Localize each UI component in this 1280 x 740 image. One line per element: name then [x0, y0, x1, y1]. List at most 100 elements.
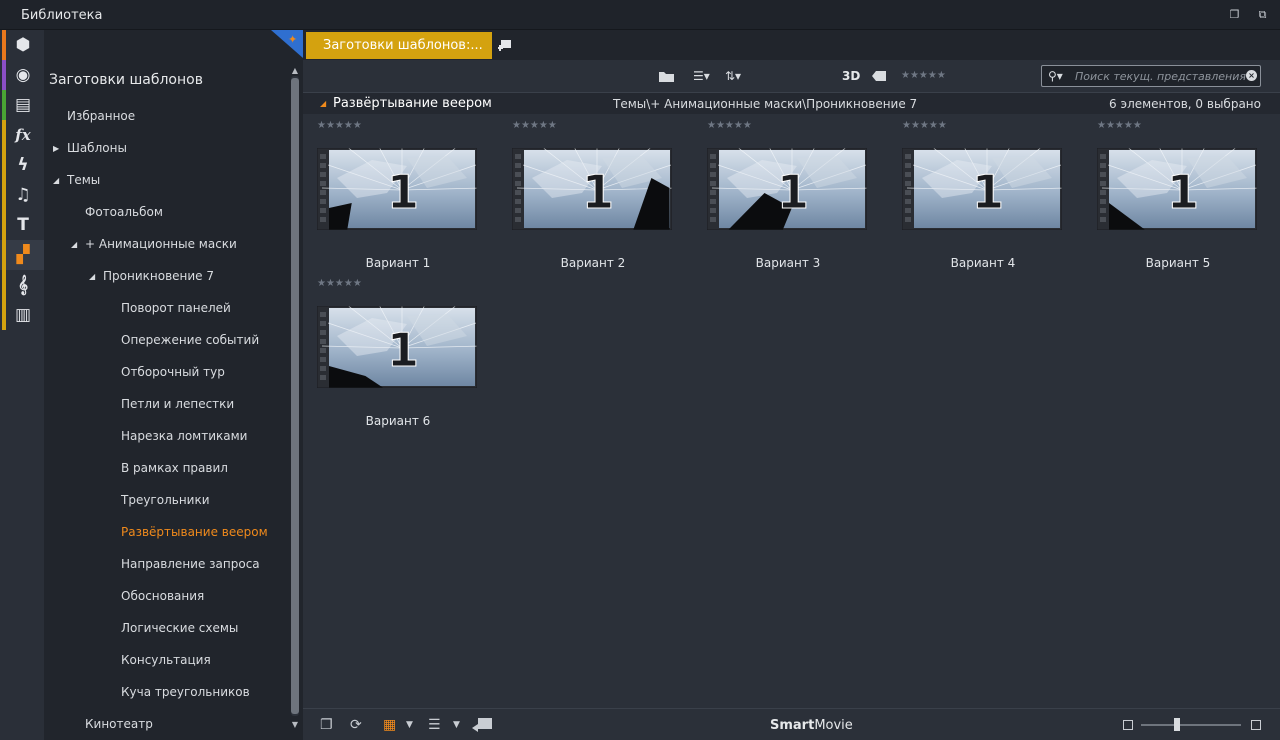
thumbnail-size-slider[interactable]: [1123, 718, 1263, 732]
pin-corner-icon[interactable]: ✦: [271, 30, 303, 58]
rail-item-film-reel[interactable]: ◉: [0, 60, 44, 90]
rail-item-title-text[interactable]: T: [0, 210, 44, 240]
item-rating[interactable]: ★★★★★: [317, 120, 362, 131]
tree-item[interactable]: Консультация: [121, 653, 211, 667]
item-rating[interactable]: ★★★★★: [512, 120, 557, 131]
folder-icon[interactable]: [658, 69, 675, 83]
stereo-3d-toggle[interactable]: 3D: [842, 69, 860, 83]
tree-item[interactable]: Темы: [67, 173, 100, 187]
montage-templates-icon: ▞: [16, 245, 30, 265]
scroll-thumb[interactable]: [291, 78, 299, 714]
grid-view-dropdown-icon[interactable]: ▼: [406, 717, 413, 733]
title-text-icon: T: [17, 215, 29, 235]
tree-item[interactable]: Опережение событий: [121, 333, 259, 347]
item-label: Вариант 5: [1145, 256, 1211, 270]
tree-scrollbar[interactable]: ▲ ▼: [291, 66, 299, 730]
rating-filter[interactable]: ★★★★★: [901, 69, 946, 83]
list-view-icon[interactable]: ☰: [428, 717, 441, 733]
tree-item[interactable]: Шаблоны: [67, 141, 127, 155]
item-label: Вариант 6: [365, 414, 431, 428]
bottom-bar: ❐ ⟳ ▦ ▼ ☰ ▼ SmartMovie: [303, 708, 1280, 740]
tree-item[interactable]: В рамках правил: [121, 461, 228, 475]
tree-item[interactable]: Куча треугольников: [121, 685, 250, 699]
template-item[interactable]: ★★★★★ 1 Вариант 6: [305, 272, 477, 428]
refresh-icon[interactable]: ⟳: [350, 717, 362, 733]
piano-icon: ▥: [14, 305, 32, 325]
template-item[interactable]: ★★★★★ 1 Вариант 2: [500, 114, 672, 270]
group-title: Развёртывание веером: [333, 96, 492, 111]
copy-icon[interactable]: ❐: [320, 717, 333, 733]
zoom-large-icon[interactable]: [1251, 720, 1261, 730]
tree-item[interactable]: Логические схемы: [121, 621, 238, 635]
template-thumbnail[interactable]: 1: [512, 148, 672, 230]
send-to-timeline-icon[interactable]: [470, 716, 494, 734]
library-tree-panel: ✦ Заготовки шаблонов Избранное Шаблоны ▶ Те…: [44, 30, 303, 740]
template-item[interactable]: ★★★★★ 1 Вариант 3: [695, 114, 867, 270]
clear-search-icon[interactable]: ×: [1246, 70, 1257, 81]
item-rating[interactable]: ★★★★★: [317, 278, 362, 289]
template-thumbnail[interactable]: 1: [902, 148, 1062, 230]
zoom-small-icon[interactable]: [1123, 720, 1133, 730]
tree-item[interactable]: Направление запроса: [121, 557, 260, 571]
collapse-group-icon[interactable]: ◢: [320, 99, 326, 108]
rail-item-montage-templates[interactable]: ▞: [0, 240, 44, 270]
tree-item[interactable]: Кинотеатр: [85, 717, 153, 731]
tree-item[interactable]: Фотоальбом: [85, 205, 163, 219]
rail-item-package[interactable]: ⬢: [0, 30, 44, 60]
list-view-dropdown-icon[interactable]: ▼: [453, 717, 460, 733]
tree-item[interactable]: Избранное: [67, 109, 135, 123]
expanded-arrow-icon[interactable]: ◢: [53, 176, 59, 185]
package-icon: ⬢: [15, 35, 31, 55]
restore-window-icon[interactable]: ❐: [1228, 8, 1241, 21]
expanded-arrow-icon[interactable]: ◢: [89, 272, 95, 281]
template-thumbnail[interactable]: 1: [707, 148, 867, 230]
add-tab-icon[interactable]: [497, 38, 513, 52]
collapsed-arrow-icon[interactable]: ▶: [53, 144, 59, 153]
scroll-up-icon[interactable]: ▲: [291, 66, 299, 75]
tag-icon[interactable]: [871, 69, 887, 83]
rail-item-treble-clef[interactable]: 𝄞: [0, 270, 44, 300]
tree-item[interactable]: Отборочный тур: [121, 365, 225, 379]
search-box[interactable]: ⚲▾ Поиск текущ. представления ×: [1041, 65, 1261, 87]
tree-item[interactable]: + Анимационные маски: [85, 237, 237, 251]
tree-item[interactable]: Поворот панелей: [121, 301, 231, 315]
template-thumbnail[interactable]: 1: [317, 148, 477, 230]
item-rating[interactable]: ★★★★★: [707, 120, 752, 131]
tree-item[interactable]: Треугольники: [121, 493, 210, 507]
search-input[interactable]: Поиск текущ. представления: [1075, 70, 1246, 83]
browser-toolbar: ☰▾ ⇅▾ 3D ★★★★★ ⚲▾ Поиск текущ. представл…: [303, 60, 1280, 92]
group-header: ◢ Развёртывание веером Темы\+ Анимационн…: [303, 92, 1280, 114]
item-label: Вариант 3: [755, 256, 821, 270]
search-icon[interactable]: ⚲▾: [1048, 69, 1063, 83]
tab-templates[interactable]: Заготовки шаблонов:...: [306, 32, 492, 59]
rail-item-lightning[interactable]: ϟ: [0, 150, 44, 180]
template-item[interactable]: ★★★★★ 1 Вариант 1: [305, 114, 477, 270]
tree-item[interactable]: Проникновение 7: [103, 269, 214, 283]
tree-item[interactable]: Петли и лепестки: [121, 397, 234, 411]
detach-window-icon[interactable]: ⧉: [1256, 8, 1269, 21]
view-options-icon[interactable]: ☰▾: [693, 69, 710, 83]
grid-view-icon[interactable]: ▦: [383, 717, 396, 733]
expanded-arrow-icon[interactable]: ◢: [71, 240, 77, 249]
tree-item[interactable]: Обоснования: [121, 589, 204, 603]
rail-item-photos[interactable]: ▤: [0, 90, 44, 120]
rail-item-piano[interactable]: ▥: [0, 300, 44, 330]
tree-item[interactable]: Развёртывание веером: [121, 525, 268, 539]
item-rating[interactable]: ★★★★★: [902, 120, 947, 131]
template-item[interactable]: ★★★★★ 1 Вариант 4: [890, 114, 1062, 270]
template-item[interactable]: ★★★★★ 1 Вариант 5: [1085, 114, 1257, 270]
thumbnail-number: 1: [972, 165, 1004, 219]
sort-icon[interactable]: ⇅▾: [725, 69, 741, 83]
rail-item-fx[interactable]: fx: [0, 120, 44, 150]
template-thumbnail[interactable]: 1: [1097, 148, 1257, 230]
library-browser: Заготовки шаблонов:... ☰▾ ⇅▾ 3D ★★★★★ ⚲▾…: [303, 30, 1280, 740]
item-rating[interactable]: ★★★★★: [1097, 120, 1142, 131]
item-label: Вариант 4: [950, 256, 1016, 270]
tree-item[interactable]: Нарезка ломтиками: [121, 429, 247, 443]
slider-thumb[interactable]: [1174, 718, 1180, 731]
treble-clef-icon: 𝄞: [17, 275, 29, 295]
scroll-down-icon[interactable]: ▼: [291, 720, 299, 729]
smartmovie-button[interactable]: SmartMovie: [770, 718, 853, 733]
rail-item-music-note[interactable]: ♫: [0, 180, 44, 210]
template-thumbnail[interactable]: 1: [317, 306, 477, 388]
